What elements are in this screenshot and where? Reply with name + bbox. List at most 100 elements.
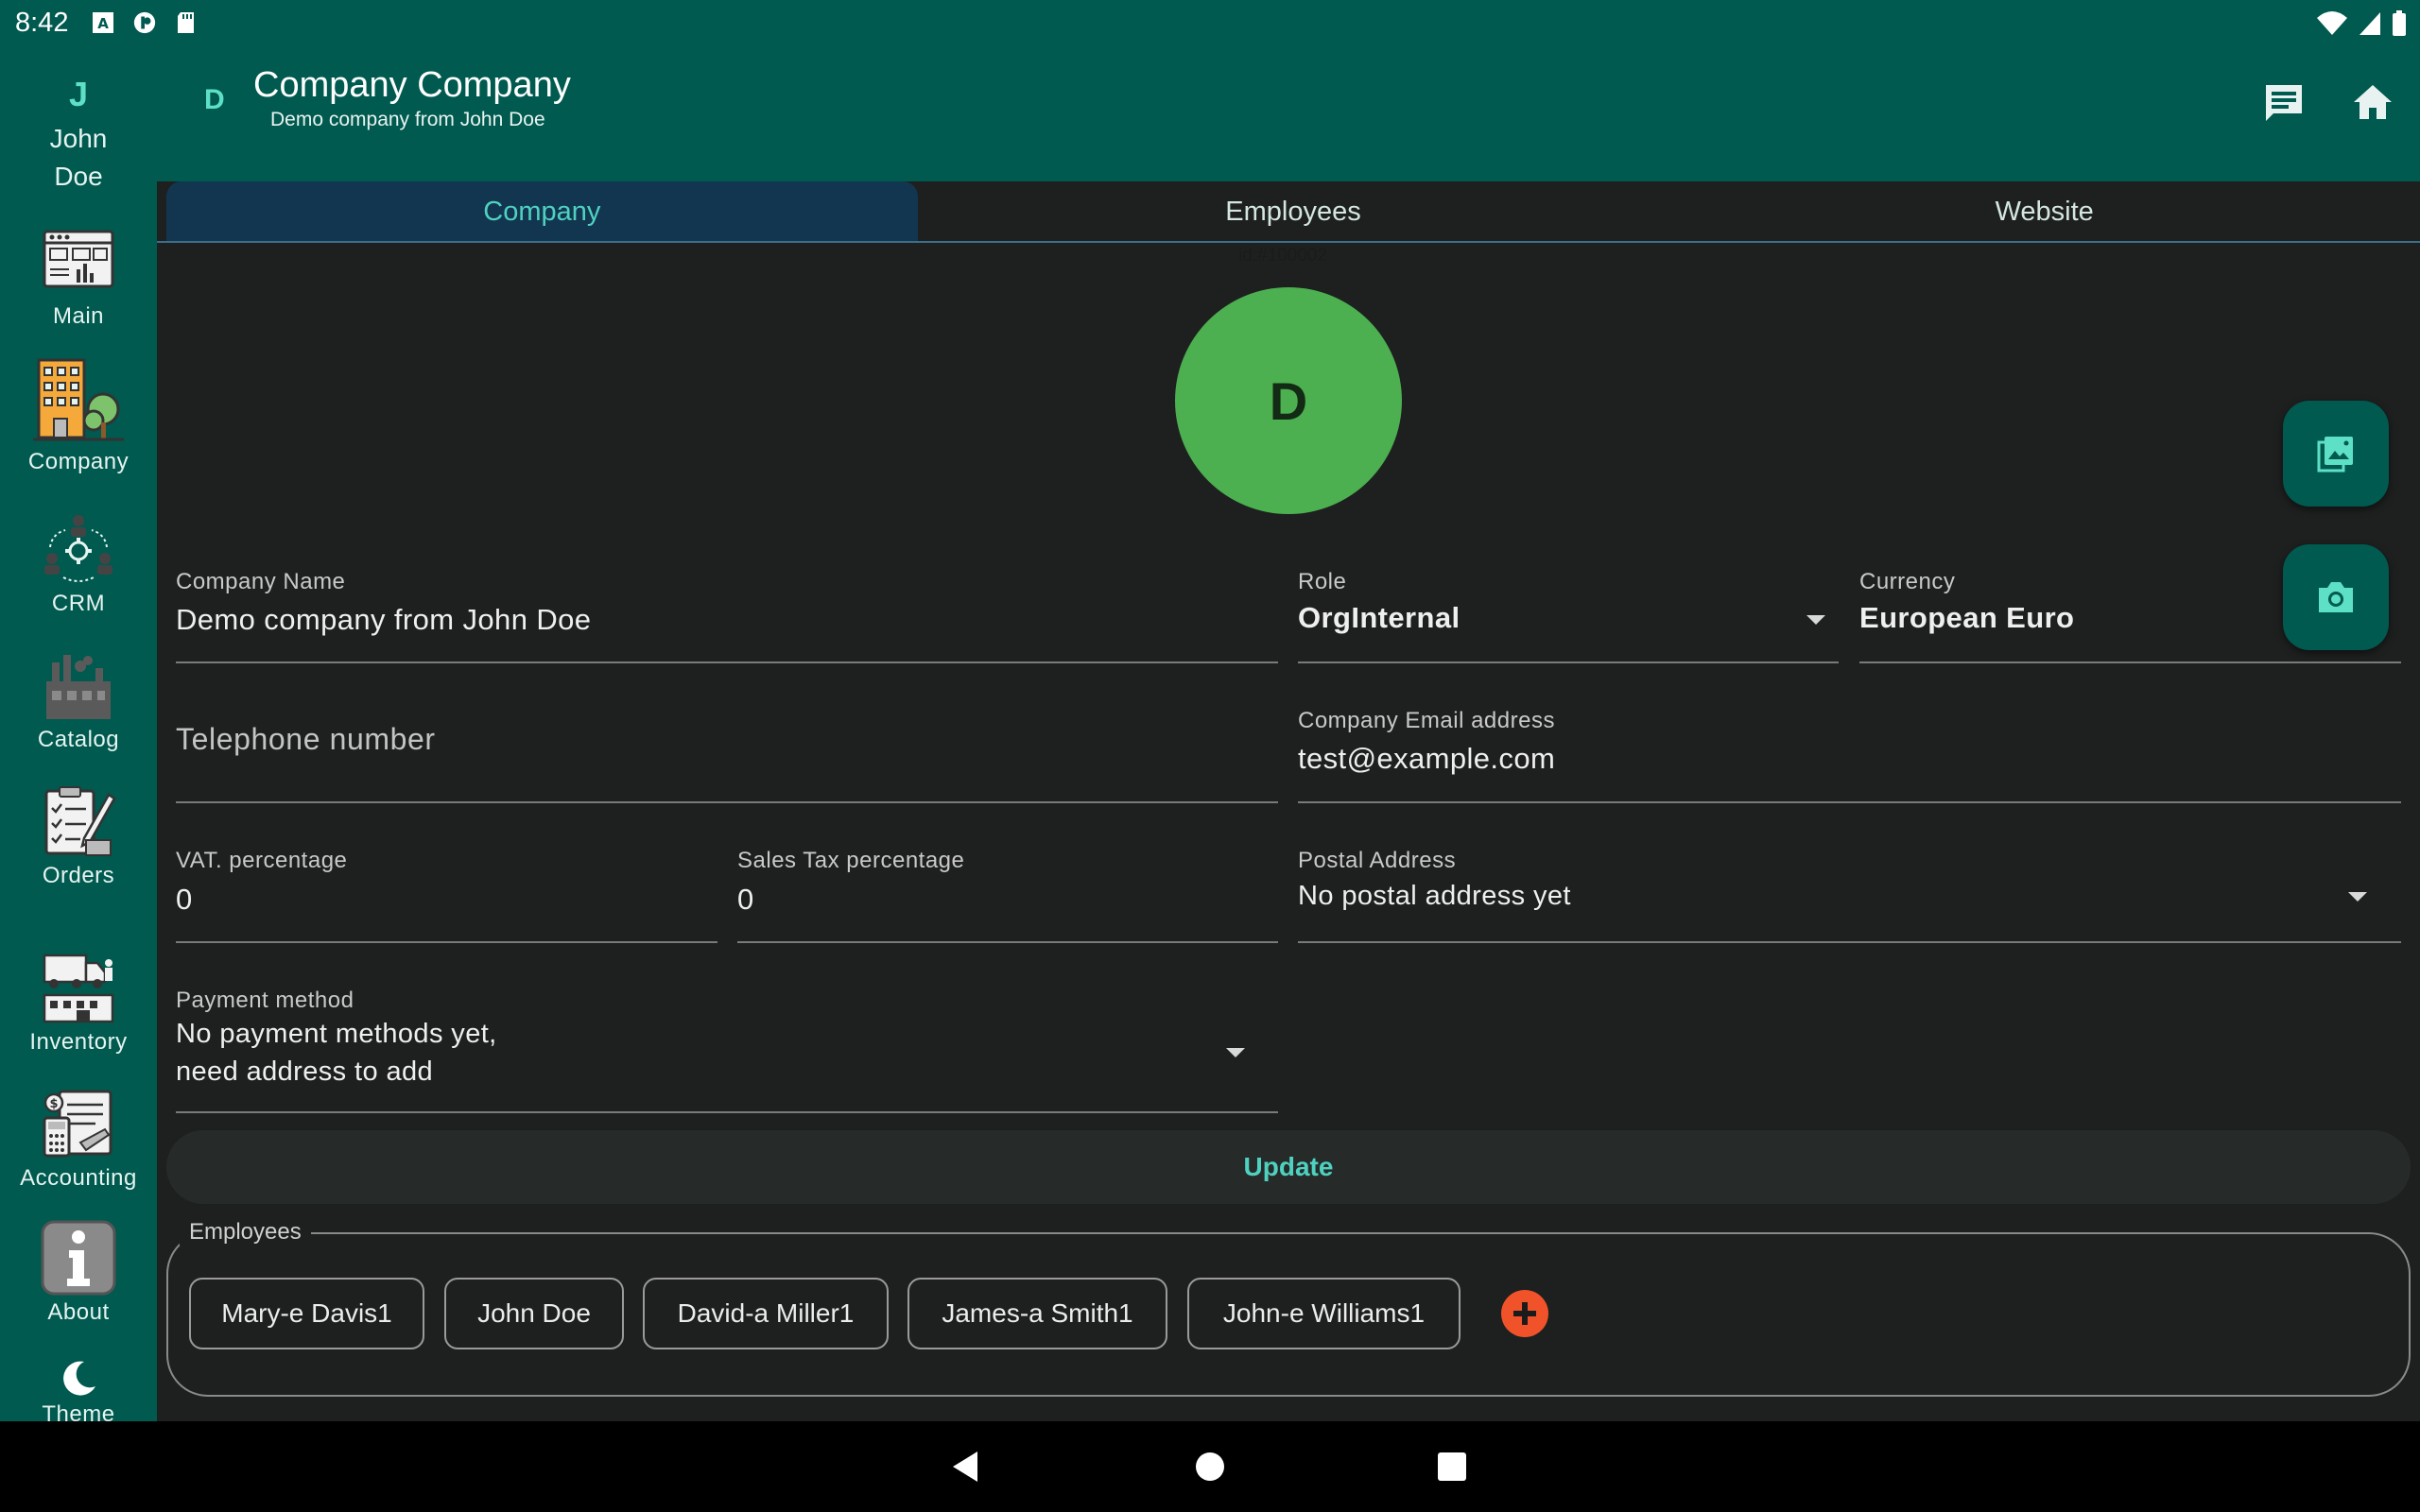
- tab-bar: Company Employees Website: [166, 181, 2420, 242]
- employee-chip[interactable]: David-a Miller1: [643, 1278, 889, 1349]
- role-value: OrgInternal: [1298, 601, 1461, 634]
- rail-label-inventory: Inventory: [29, 1029, 128, 1055]
- email-label: Company Email address: [1298, 708, 1555, 733]
- sales-tax-value: 0: [737, 883, 754, 916]
- postal-address-label: Postal Address: [1298, 848, 1457, 873]
- home-icon: [2354, 85, 2392, 119]
- back-icon[interactable]: [949, 1448, 987, 1486]
- accounting-icon: $: [43, 1090, 112, 1158]
- tab-company[interactable]: Company: [166, 181, 918, 242]
- system-navigation-bar: [0, 1421, 2420, 1512]
- wifi-icon: [2317, 11, 2347, 35]
- rail-label-theme: Theme: [42, 1401, 115, 1421]
- email-field[interactable]: Company Email address test@example.com: [1298, 701, 2401, 803]
- company-avatar-small[interactable]: D: [204, 84, 225, 116]
- rail-label-catalog: Catalog: [37, 727, 120, 752]
- gallery-icon: [2317, 437, 2353, 472]
- employee-chip[interactable]: James-a Smith1: [908, 1278, 1167, 1349]
- vat-value: 0: [176, 883, 193, 916]
- navigation-rail: J John Doe Main Company CRM Catalog Orde…: [0, 46, 157, 1421]
- page-subtitle: Demo company from John Doe: [270, 109, 545, 130]
- role-label: Role: [1298, 569, 1347, 594]
- currency-dropdown[interactable]: Currency European Euro: [1859, 563, 2401, 663]
- company-avatar[interactable]: D: [1175, 287, 1402, 514]
- employees-legend: Employees: [180, 1219, 311, 1246]
- rail-item-theme[interactable]: Theme: [0, 1358, 157, 1421]
- company-avatar-initial: D: [1269, 370, 1308, 431]
- plus-icon: [1513, 1302, 1536, 1325]
- rail-label-about: About: [47, 1299, 110, 1325]
- chat-button[interactable]: [2256, 75, 2312, 131]
- sd-card-icon: [178, 12, 194, 33]
- app-notification-icon: [133, 11, 156, 34]
- payment-method-line1: No payment methods yet,: [176, 1019, 497, 1049]
- moon-icon: [63, 1361, 95, 1396]
- status-time: 8:42: [15, 8, 69, 38]
- company-name-label: Company Name: [176, 569, 346, 594]
- chevron-down-icon: [2348, 892, 2367, 902]
- battery-icon: [2393, 10, 2406, 36]
- status-bar: 8:42 A: [0, 0, 2420, 46]
- info-icon: [41, 1220, 116, 1296]
- payment-method-label: Payment method: [176, 988, 354, 1013]
- vat-percentage-field[interactable]: VAT. percentage 0: [176, 841, 717, 943]
- rail-label-crm: CRM: [51, 591, 106, 616]
- rail-label-company: Company: [27, 449, 130, 474]
- rail-label-accounting: Accounting: [20, 1165, 137, 1191]
- role-dropdown[interactable]: Role OrgInternal: [1298, 563, 1839, 663]
- rail-item-accounting[interactable]: $ Accounting: [0, 1084, 157, 1192]
- dashboard-icon: [43, 230, 114, 288]
- company-name-value: Demo company from John Doe: [176, 603, 592, 636]
- currency-value: European Euro: [1859, 601, 2075, 634]
- payment-method-line2: need address to add: [176, 1057, 434, 1087]
- company-id: id:#100002: [1238, 246, 1328, 266]
- gallery-button[interactable]: [2283, 401, 2389, 507]
- rail-item-catalog[interactable]: Catalog: [0, 645, 157, 753]
- email-value: test@example.com: [1298, 742, 1556, 775]
- employee-chip[interactable]: Mary-e Davis1: [189, 1278, 424, 1349]
- orders-clipboard-icon: [44, 786, 116, 856]
- catalog-factory-icon: [46, 655, 111, 719]
- rail-label-orders: Orders: [42, 863, 115, 888]
- vat-label: VAT. percentage: [176, 848, 348, 873]
- svg-text:$: $: [49, 1097, 58, 1111]
- rail-item-main[interactable]: Main: [0, 222, 157, 330]
- telephone-placeholder: Telephone number: [176, 722, 436, 756]
- rail-label-main: Main: [52, 303, 105, 329]
- app-bar: D Company Company Demo company from John…: [157, 46, 2420, 181]
- rail-item-company[interactable]: Company: [0, 352, 157, 475]
- rail-item-about[interactable]: About: [0, 1218, 157, 1326]
- keyboard-a-icon: A: [93, 12, 113, 33]
- svg-text:A: A: [97, 15, 109, 32]
- company-name-field[interactable]: Company Name Demo company from John Doe: [176, 563, 1278, 663]
- user-initial: J: [68, 75, 89, 113]
- tab-employees[interactable]: Employees: [918, 181, 1669, 242]
- rail-item-crm[interactable]: CRM: [0, 509, 157, 617]
- rail-item-orders[interactable]: Orders: [0, 782, 157, 889]
- rail-item-inventory[interactable]: Inventory: [0, 948, 157, 1056]
- home-circle-icon[interactable]: [1191, 1448, 1229, 1486]
- update-button[interactable]: Update: [166, 1130, 2411, 1204]
- telephone-field[interactable]: Telephone number: [176, 701, 1278, 803]
- sales-tax-field[interactable]: Sales Tax percentage 0: [737, 841, 1278, 943]
- postal-address-dropdown[interactable]: Postal Address No postal address yet: [1298, 841, 2401, 943]
- chevron-down-icon: [1226, 1048, 1245, 1057]
- add-employee-button[interactable]: [1501, 1290, 1548, 1337]
- user-last-name: Doe: [54, 162, 103, 191]
- payment-method-dropdown[interactable]: Payment method No payment methods yet, n…: [176, 981, 1278, 1113]
- signal-icon: [2360, 12, 2380, 35]
- recents-icon[interactable]: [1433, 1448, 1471, 1486]
- home-button[interactable]: [2344, 75, 2401, 131]
- tab-website[interactable]: Website: [1668, 181, 2420, 242]
- chat-icon: [2266, 85, 2302, 121]
- sales-tax-label: Sales Tax percentage: [737, 848, 965, 873]
- employee-chip[interactable]: John Doe: [444, 1278, 624, 1349]
- page-title: Company Company: [253, 65, 571, 105]
- employee-chip[interactable]: John-e Williams1: [1187, 1278, 1461, 1349]
- rail-user[interactable]: J John Doe: [0, 75, 157, 196]
- crm-people-icon: [44, 515, 112, 582]
- chevron-down-icon: [1806, 615, 1825, 625]
- currency-label: Currency: [1859, 569, 1956, 594]
- user-first-name: John: [49, 124, 108, 153]
- inventory-warehouse-icon: [43, 954, 114, 1023]
